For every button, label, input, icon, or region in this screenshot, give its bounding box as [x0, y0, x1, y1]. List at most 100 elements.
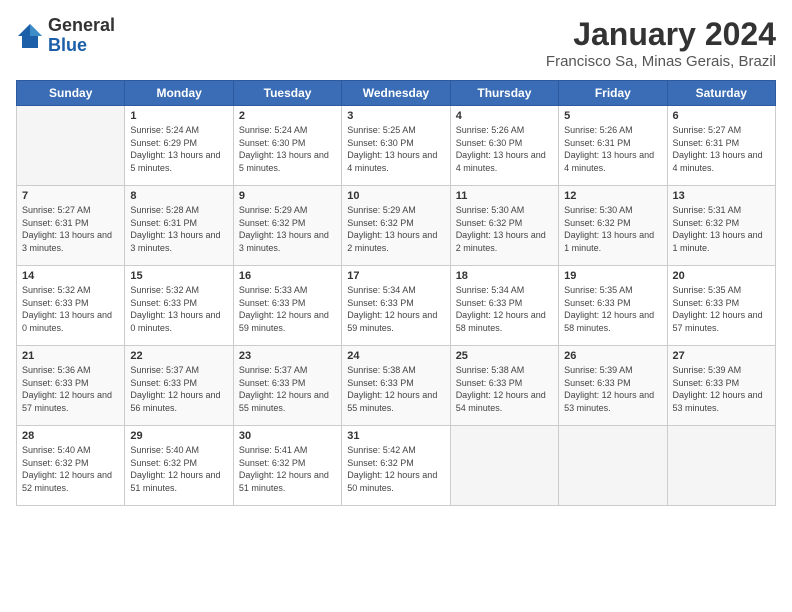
day-info: Sunrise: 5:24 AM Sunset: 6:29 PM Dayligh…: [130, 124, 227, 174]
calendar-cell: [667, 426, 775, 506]
calendar-cell: 15 Sunrise: 5:32 AM Sunset: 6:33 PM Dayli…: [125, 266, 233, 346]
day-info: Sunrise: 5:42 AM Sunset: 6:32 PM Dayligh…: [347, 444, 444, 494]
calendar-cell: 27 Sunrise: 5:39 AM Sunset: 6:33 PM Dayli…: [667, 346, 775, 426]
calendar-title: January 2024: [546, 16, 776, 53]
day-number: 9: [239, 190, 336, 202]
day-info: Sunrise: 5:30 AM Sunset: 6:32 PM Dayligh…: [564, 204, 661, 254]
day-info: Sunrise: 5:34 AM Sunset: 6:33 PM Dayligh…: [347, 284, 444, 334]
day-info: Sunrise: 5:25 AM Sunset: 6:30 PM Dayligh…: [347, 124, 444, 174]
day-info: Sunrise: 5:32 AM Sunset: 6:33 PM Dayligh…: [130, 284, 227, 334]
day-info: Sunrise: 5:31 AM Sunset: 6:32 PM Dayligh…: [673, 204, 770, 254]
day-info: Sunrise: 5:40 AM Sunset: 6:32 PM Dayligh…: [22, 444, 119, 494]
calendar-cell: 29 Sunrise: 5:40 AM Sunset: 6:32 PM Dayli…: [125, 426, 233, 506]
logo-blue: Blue: [48, 36, 115, 56]
day-info: Sunrise: 5:30 AM Sunset: 6:32 PM Dayligh…: [456, 204, 553, 254]
calendar-cell: 19Sunrise: 5:35 AM Sunset: 6:33 PM Dayli…: [559, 266, 667, 346]
day-number: 5: [564, 110, 661, 122]
day-info: Sunrise: 5:38 AM Sunset: 6:33 PM Dayligh…: [456, 364, 553, 414]
calendar-cell: [559, 426, 667, 506]
calendar-cell: 28 Sunrise: 5:40 AM Sunset: 6:32 PM Dayli…: [17, 426, 125, 506]
day-info: Sunrise: 5:35 AM Sunset: 6:33 PM Dayligh…: [564, 284, 661, 334]
day-number: 8: [130, 190, 227, 202]
day-number: 11: [456, 190, 553, 202]
day-number: 29: [130, 430, 227, 442]
calendar-cell: 24 Sunrise: 5:38 AM Sunset: 6:33 PM Dayli…: [342, 346, 450, 426]
calendar-cell: 10Sunrise: 5:29 AM Sunset: 6:32 PM Dayli…: [342, 186, 450, 266]
calendar-cell: [17, 106, 125, 186]
calendar-cell: 4Sunrise: 5:26 AM Sunset: 6:30 PM Daylig…: [450, 106, 558, 186]
day-info: Sunrise: 5:37 AM Sunset: 6:33 PM Dayligh…: [239, 364, 336, 414]
calendar-cell: 9 Sunrise: 5:29 AM Sunset: 6:32 PM Daylig…: [233, 186, 341, 266]
week-row-2: 7Sunrise: 5:27 AM Sunset: 6:31 PM Daylig…: [17, 186, 776, 266]
calendar-cell: 20 Sunrise: 5:35 AM Sunset: 6:33 PM Dayli…: [667, 266, 775, 346]
calendar-subtitle: Francisco Sa, Minas Gerais, Brazil: [546, 53, 776, 70]
day-info: Sunrise: 5:29 AM Sunset: 6:32 PM Dayligh…: [239, 204, 336, 254]
header-saturday: Saturday: [667, 81, 775, 106]
week-row-4: 21 Sunrise: 5:36 AM Sunset: 6:33 PM Dayli…: [17, 346, 776, 426]
calendar-cell: 30Sunrise: 5:41 AM Sunset: 6:32 PM Dayli…: [233, 426, 341, 506]
calendar-table: SundayMondayTuesdayWednesdayThursdayFrid…: [16, 80, 776, 506]
day-number: 1: [130, 110, 227, 122]
day-number: 12: [564, 190, 661, 202]
day-number: 20: [673, 270, 770, 282]
day-info: Sunrise: 5:39 AM Sunset: 6:33 PM Dayligh…: [673, 364, 770, 414]
day-number: 31: [347, 430, 444, 442]
day-info: Sunrise: 5:36 AM Sunset: 6:33 PM Dayligh…: [22, 364, 119, 414]
calendar-cell: 17Sunrise: 5:34 AM Sunset: 6:33 PM Dayli…: [342, 266, 450, 346]
day-info: Sunrise: 5:27 AM Sunset: 6:31 PM Dayligh…: [22, 204, 119, 254]
calendar-cell: 16 Sunrise: 5:33 AM Sunset: 6:33 PM Dayli…: [233, 266, 341, 346]
calendar-cell: 21 Sunrise: 5:36 AM Sunset: 6:33 PM Dayli…: [17, 346, 125, 426]
day-number: 22: [130, 350, 227, 362]
day-number: 24: [347, 350, 444, 362]
week-row-3: 14 Sunrise: 5:32 AM Sunset: 6:33 PM Dayli…: [17, 266, 776, 346]
day-number: 15: [130, 270, 227, 282]
header-tuesday: Tuesday: [233, 81, 341, 106]
day-info: Sunrise: 5:38 AM Sunset: 6:33 PM Dayligh…: [347, 364, 444, 414]
calendar-cell: 1 Sunrise: 5:24 AM Sunset: 6:29 PM Daylig…: [125, 106, 233, 186]
day-info: Sunrise: 5:33 AM Sunset: 6:33 PM Dayligh…: [239, 284, 336, 334]
day-number: 25: [456, 350, 553, 362]
day-number: 13: [673, 190, 770, 202]
calendar-cell: 11 Sunrise: 5:30 AM Sunset: 6:32 PM Dayli…: [450, 186, 558, 266]
day-number: 23: [239, 350, 336, 362]
calendar-cell: 31 Sunrise: 5:42 AM Sunset: 6:32 PM Dayli…: [342, 426, 450, 506]
day-info: Sunrise: 5:37 AM Sunset: 6:33 PM Dayligh…: [130, 364, 227, 414]
days-header-row: SundayMondayTuesdayWednesdayThursdayFrid…: [17, 81, 776, 106]
logo: General Blue: [16, 16, 115, 56]
day-info: Sunrise: 5:41 AM Sunset: 6:32 PM Dayligh…: [239, 444, 336, 494]
day-number: 6: [673, 110, 770, 122]
title-block: January 2024 Francisco Sa, Minas Gerais,…: [546, 16, 776, 70]
calendar-cell: 23 Sunrise: 5:37 AM Sunset: 6:33 PM Dayli…: [233, 346, 341, 426]
logo-icon: [16, 22, 44, 50]
day-info: Sunrise: 5:24 AM Sunset: 6:30 PM Dayligh…: [239, 124, 336, 174]
logo-text: General Blue: [48, 16, 115, 56]
header-friday: Friday: [559, 81, 667, 106]
day-number: 27: [673, 350, 770, 362]
day-number: 21: [22, 350, 119, 362]
calendar-cell: 5 Sunrise: 5:26 AM Sunset: 6:31 PM Daylig…: [559, 106, 667, 186]
day-number: 4: [456, 110, 553, 122]
calendar-cell: [450, 426, 558, 506]
calendar-cell: 26Sunrise: 5:39 AM Sunset: 6:33 PM Dayli…: [559, 346, 667, 426]
day-info: Sunrise: 5:40 AM Sunset: 6:32 PM Dayligh…: [130, 444, 227, 494]
day-number: 28: [22, 430, 119, 442]
calendar-cell: 2 Sunrise: 5:24 AM Sunset: 6:30 PM Daylig…: [233, 106, 341, 186]
day-info: Sunrise: 5:26 AM Sunset: 6:31 PM Dayligh…: [564, 124, 661, 174]
day-number: 14: [22, 270, 119, 282]
header-sunday: Sunday: [17, 81, 125, 106]
day-number: 2: [239, 110, 336, 122]
page-header: General Blue January 2024 Francisco Sa, …: [16, 16, 776, 70]
calendar-cell: 18Sunrise: 5:34 AM Sunset: 6:33 PM Dayli…: [450, 266, 558, 346]
calendar-cell: 7Sunrise: 5:27 AM Sunset: 6:31 PM Daylig…: [17, 186, 125, 266]
header-monday: Monday: [125, 81, 233, 106]
header-wednesday: Wednesday: [342, 81, 450, 106]
calendar-cell: 8 Sunrise: 5:28 AM Sunset: 6:31 PM Daylig…: [125, 186, 233, 266]
calendar-cell: 13 Sunrise: 5:31 AM Sunset: 6:32 PM Dayli…: [667, 186, 775, 266]
day-info: Sunrise: 5:35 AM Sunset: 6:33 PM Dayligh…: [673, 284, 770, 334]
day-info: Sunrise: 5:28 AM Sunset: 6:31 PM Dayligh…: [130, 204, 227, 254]
day-number: 16: [239, 270, 336, 282]
day-info: Sunrise: 5:39 AM Sunset: 6:33 PM Dayligh…: [564, 364, 661, 414]
header-thursday: Thursday: [450, 81, 558, 106]
day-info: Sunrise: 5:34 AM Sunset: 6:33 PM Dayligh…: [456, 284, 553, 334]
logo-general: General: [48, 16, 115, 36]
